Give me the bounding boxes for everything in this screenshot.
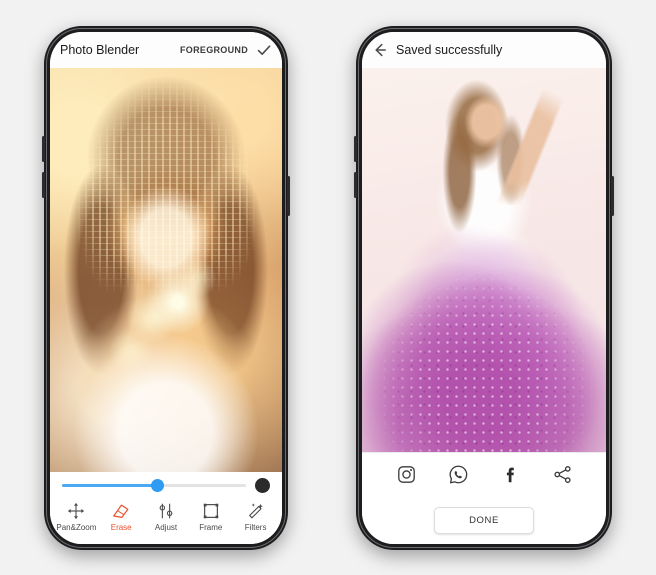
phone-left: Photo Blender FOREGROUND Pan&Zoom Erase …	[42, 26, 290, 550]
slider-knob[interactable]	[151, 478, 165, 492]
check-icon[interactable]	[256, 42, 272, 58]
instagram-icon[interactable]	[396, 464, 417, 485]
result-appbar: Saved successfully	[362, 32, 606, 68]
sliders-icon	[156, 501, 176, 521]
result-lilac-texture-layer	[362, 68, 606, 452]
brush-size-slider-row[interactable]	[50, 472, 282, 498]
done-bar: DONE	[362, 496, 606, 544]
slider-fill	[62, 483, 158, 487]
right-phone-screen: Saved successfully DONE	[362, 32, 606, 544]
back-arrow-icon[interactable]	[372, 42, 388, 58]
left-phone-screen: Photo Blender FOREGROUND Pan&Zoom Erase …	[50, 32, 282, 544]
brush-size-preview	[255, 477, 270, 493]
screenshot-stage: Photo Blender FOREGROUND Pan&Zoom Erase …	[0, 0, 656, 575]
appbar-actions: FOREGROUND	[180, 42, 272, 58]
tool-label: Filters	[244, 523, 267, 532]
power-button[interactable]	[287, 176, 290, 216]
tool-erase[interactable]: Erase	[99, 501, 144, 532]
tool-adjust[interactable]: Adjust	[144, 501, 189, 532]
volume-down-button[interactable]	[42, 172, 45, 198]
phone-right: Saved successfully DONE	[354, 26, 614, 550]
editor-appbar: Photo Blender FOREGROUND	[50, 32, 282, 68]
volume-up-button[interactable]	[42, 136, 45, 162]
frame-icon	[201, 501, 221, 521]
done-button[interactable]: DONE	[434, 506, 534, 534]
brush-size-slider[interactable]	[62, 478, 246, 492]
tool-filters[interactable]: Filters	[233, 501, 278, 532]
tool-frame[interactable]: Frame	[188, 501, 233, 532]
tool-label: Adjust	[154, 523, 178, 532]
volume-down-button[interactable]	[354, 172, 357, 198]
magic-wand-icon	[246, 501, 266, 521]
pan-zoom-icon	[66, 501, 86, 521]
page-title: Saved successfully	[396, 43, 503, 57]
tool-pan-zoom[interactable]: Pan&Zoom	[54, 501, 99, 532]
share-row	[362, 452, 606, 496]
editor-canvas[interactable]	[50, 68, 282, 472]
tool-label: Pan&Zoom	[56, 523, 97, 532]
power-button[interactable]	[611, 176, 614, 216]
sparkle-layer	[50, 68, 282, 472]
result-canvas[interactable]	[362, 68, 606, 452]
tool-label: Erase	[110, 523, 132, 532]
eraser-icon	[111, 501, 131, 521]
share-icon[interactable]	[552, 464, 573, 485]
whatsapp-icon[interactable]	[448, 464, 469, 485]
facebook-icon[interactable]	[500, 464, 521, 485]
volume-up-button[interactable]	[354, 136, 357, 162]
editor-toolbar: Pan&Zoom Erase Adjust Frame Filters	[50, 498, 282, 544]
tool-label: Frame	[199, 523, 223, 532]
foreground-toggle-label[interactable]: FOREGROUND	[180, 45, 248, 55]
page-title: Photo Blender	[60, 43, 140, 57]
